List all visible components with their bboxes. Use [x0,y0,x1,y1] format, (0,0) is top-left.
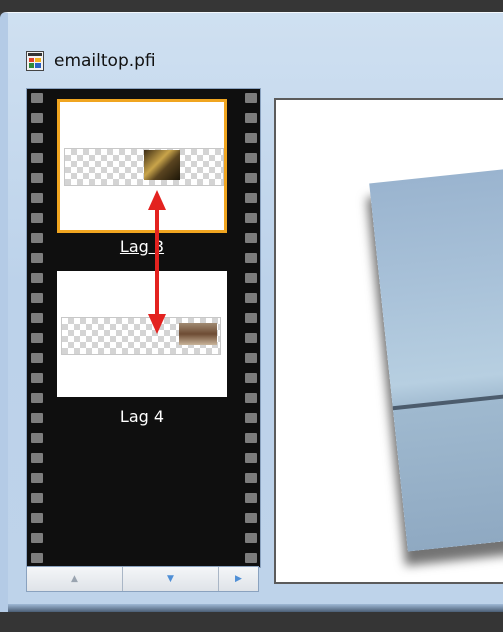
film-perforation [31,93,43,103]
arrow-right-icon: ▶ [235,574,242,584]
film-perforation [245,453,257,463]
film-perforations-right [239,89,259,567]
film-perforation [245,553,257,563]
layer-thumbnail-lag-4[interactable] [57,271,227,397]
film-perforation [245,393,257,403]
film-perforation [31,253,43,263]
photo-pier [392,385,503,411]
film-perforation [245,293,257,303]
film-perforation [245,273,257,283]
scroll-down-button[interactable]: ▼ [123,567,219,591]
film-perforation [31,173,43,183]
layer-image-preview [179,323,217,345]
film-perforation [245,253,257,263]
film-perforation [31,313,43,323]
film-perforation [31,433,43,443]
film-perforation [31,493,43,503]
film-perforation [31,213,43,223]
film-perforation [245,193,257,203]
film-perforation [245,133,257,143]
film-perforation [31,113,43,123]
image-canvas[interactable] [274,98,503,584]
film-perforation [31,553,43,563]
film-perforation [245,113,257,123]
bottom-dark-strip [0,612,503,632]
film-perforation [245,433,257,443]
arrow-down-icon: ▼ [167,574,174,584]
film-perforation [31,393,43,403]
film-perforation [31,353,43,363]
film-perforation [245,513,257,523]
film-perforation [31,473,43,483]
filmstrip-scrollbar[interactable]: ▲ ▼ ▶ [26,566,259,592]
arrow-up-icon: ▲ [71,574,78,584]
layer-thumbnail-lag-3[interactable] [57,99,227,233]
film-perforation [31,193,43,203]
film-perforation [245,213,257,223]
layer-filmstrip[interactable]: Lag 3 Lag 4 [26,88,261,568]
layer-image-preview [144,150,180,180]
window-bottom-edge [8,604,503,612]
rotated-photo [369,162,503,552]
film-perforation [31,513,43,523]
film-perforation [31,453,43,463]
film-perforation [31,333,43,343]
scroll-up-button[interactable]: ▲ [27,567,123,591]
layer-label-lag-3[interactable]: Lag 3 [57,237,227,256]
window-title: emailtop.pfi [54,51,156,71]
film-perforation [31,373,43,383]
film-perforation [245,173,257,183]
film-perforation [245,93,257,103]
document-icon [26,51,44,71]
film-perforation [245,473,257,483]
top-dark-strip [0,0,503,12]
layer-label-lag-4[interactable]: Lag 4 [57,407,227,426]
window-titlebar[interactable]: emailtop.pfi [26,48,156,74]
film-perforation [31,533,43,543]
film-perforation [245,373,257,383]
film-perforations-left [27,89,47,567]
film-perforation [245,493,257,503]
film-perforation [31,153,43,163]
film-perforation [31,413,43,423]
film-perforation [31,273,43,283]
scroll-right-button[interactable]: ▶ [219,567,258,591]
film-perforation [245,153,257,163]
film-perforation [245,313,257,323]
film-perforation [31,293,43,303]
film-perforation [245,533,257,543]
film-perforation [245,333,257,343]
film-perforation [245,353,257,363]
film-perforation [31,133,43,143]
film-perforation [245,413,257,423]
film-perforation [245,233,257,243]
film-perforation [31,233,43,243]
